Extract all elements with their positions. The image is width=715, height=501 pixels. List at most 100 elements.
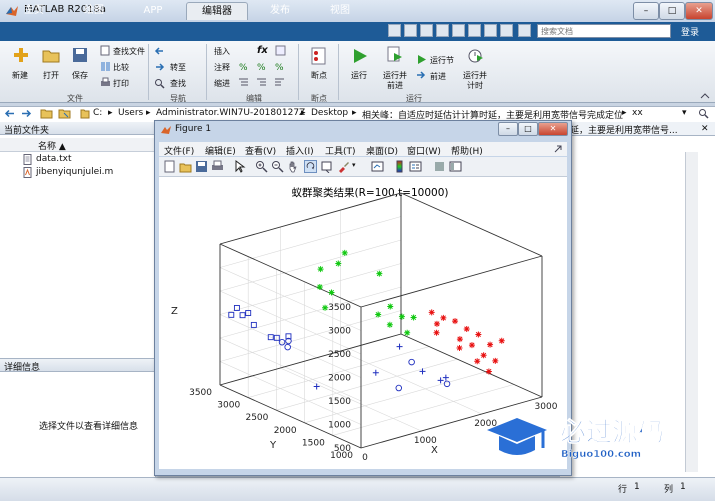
goto-icon[interactable] [154,62,165,73]
compare-icon[interactable] [100,61,111,72]
new-button[interactable]: 新建 [12,70,28,81]
file-item-m-file[interactable]: jibenyiqunjulei.m [36,167,113,177]
figure-restore-button[interactable]: □ [518,122,538,136]
quick-dropdown-icon[interactable] [518,24,531,37]
brush-dropdown-icon[interactable]: ▾ [352,161,356,169]
search-input[interactable]: 搜索文档 [537,24,671,38]
restore-button[interactable]: □ [659,2,685,20]
open-file-icon[interactable] [179,160,192,173]
menu-file[interactable]: 文件(F) [164,144,194,157]
find-magnifier-icon[interactable] [154,78,165,89]
file-item-data-txt[interactable]: data.txt [36,154,72,164]
run-play-icon[interactable] [351,47,369,65]
print-figure-icon[interactable] [211,160,224,173]
insert-colorbar-icon[interactable] [393,160,406,173]
breakpoints-button[interactable]: 断点 [311,70,327,81]
data-cursor-icon[interactable] [321,160,334,173]
search-folder-icon[interactable] [698,108,709,119]
open-button[interactable]: 打开 [43,70,59,81]
quick-save-icon[interactable] [388,24,401,37]
quick-undo-icon[interactable] [452,24,465,37]
run-advance-button-line2[interactable]: 前进 [387,80,403,91]
breadcrumb-drive[interactable]: C: [93,108,102,118]
print-icon[interactable] [100,77,111,88]
save-disk-icon[interactable] [71,46,89,64]
quick-help-icon[interactable] [500,24,513,37]
brush-icon[interactable] [337,160,350,173]
menu-tools[interactable]: 工具(T) [325,144,356,157]
compare-button[interactable]: 比较 [113,62,129,73]
menu-view[interactable]: 查看(V) [245,144,276,157]
tab-view[interactable]: 视图 [314,2,366,19]
find-files-button[interactable]: 查找文件 [113,46,145,57]
run-section-button[interactable]: 运行节 [430,55,454,66]
collapse-ribbon-icon[interactable] [700,92,710,100]
indent-button[interactable]: 缩进 [214,78,230,89]
advance-button[interactable]: 前进 [430,71,446,82]
new-file-icon[interactable] [12,46,30,64]
show-plot-tools-icon[interactable] [449,160,462,173]
comment-toggle-icon[interactable]: % [256,61,267,72]
panel-close-icon[interactable]: ✕ [701,124,709,134]
quick-copy-icon[interactable] [420,24,433,37]
up-folder-icon[interactable] [40,107,53,119]
goto-button[interactable]: 转至 [170,62,186,73]
breadcrumb-desktop[interactable]: Desktop [311,108,348,118]
run-time-button-line2[interactable]: 计时 [467,80,483,91]
tab-apps[interactable]: APP [128,2,178,19]
minimize-button[interactable]: – [633,2,659,20]
menu-desktop[interactable]: 桌面(D) [366,144,398,157]
link-plot-icon[interactable] [371,160,384,173]
insert-button[interactable]: 插入 [214,46,230,57]
insert-dropdown-icon[interactable] [275,45,286,56]
quick-cut-icon[interactable] [404,24,417,37]
print-button[interactable]: 打印 [113,78,129,89]
decrease-indent-icon[interactable] [274,77,285,88]
figure-close-button[interactable]: ✕ [538,122,568,136]
browse-folder-icon[interactable] [58,107,71,119]
menu-window[interactable]: 窗口(W) [407,144,441,157]
increase-indent-icon[interactable] [256,77,267,88]
tab-publish[interactable]: 发布 [254,2,306,19]
back-arrow-icon[interactable] [154,46,165,57]
menu-insert[interactable]: 插入(I) [286,144,314,157]
hide-plot-tools-icon[interactable] [433,160,446,173]
fx-button[interactable]: fx [257,45,268,56]
breadcrumb-users[interactable]: Users [118,108,143,118]
forward-icon[interactable] [20,108,32,119]
rotate-3d-icon[interactable] [304,160,317,173]
figure-minimize-button[interactable]: – [498,122,518,136]
advance-icon[interactable] [416,70,427,81]
breadcrumb-administrator[interactable]: Administrator.WIN7U-20180127Z [156,108,305,118]
breadcrumb-xx[interactable]: xx [632,108,643,118]
zoom-out-icon[interactable] [271,160,284,173]
run-time-icon[interactable] [466,46,484,64]
run-section-icon[interactable] [416,54,427,65]
new-figure-icon[interactable] [163,160,176,173]
find-button[interactable]: 查找 [170,78,186,89]
run-button[interactable]: 运行 [351,70,367,81]
quick-paste-icon[interactable] [436,24,449,37]
address-dropdown-icon[interactable]: ▾ [682,108,687,118]
file-list-header[interactable]: 名称 ▲ [0,138,155,152]
open-folder-icon[interactable] [42,46,60,64]
tab-editor[interactable]: 编辑器 [186,2,248,20]
menu-dock-arrow-icon[interactable] [553,144,563,154]
tab-plots[interactable]: 绘图 [70,2,118,19]
smart-indent-icon[interactable] [238,77,249,88]
run-advance-icon[interactable] [386,46,404,64]
close-button[interactable]: ✕ [685,2,713,20]
menu-edit[interactable]: 编辑(E) [205,144,236,157]
comment-percent-icon[interactable]: % [238,61,249,72]
save-button[interactable]: 保存 [72,70,88,81]
back-icon[interactable] [4,108,16,119]
edit-plot-arrow-icon[interactable] [233,160,246,173]
breakpoints-icon[interactable] [310,47,328,65]
quick-redo-icon[interactable] [468,24,481,37]
tab-home[interactable]: 主页 [10,2,58,19]
wrap-comments-icon[interactable]: % [274,61,285,72]
find-files-icon[interactable] [100,45,111,56]
save-figure-icon[interactable] [195,160,208,173]
quick-switch-icon[interactable] [484,24,497,37]
comment-button[interactable]: 注释 [214,62,230,73]
